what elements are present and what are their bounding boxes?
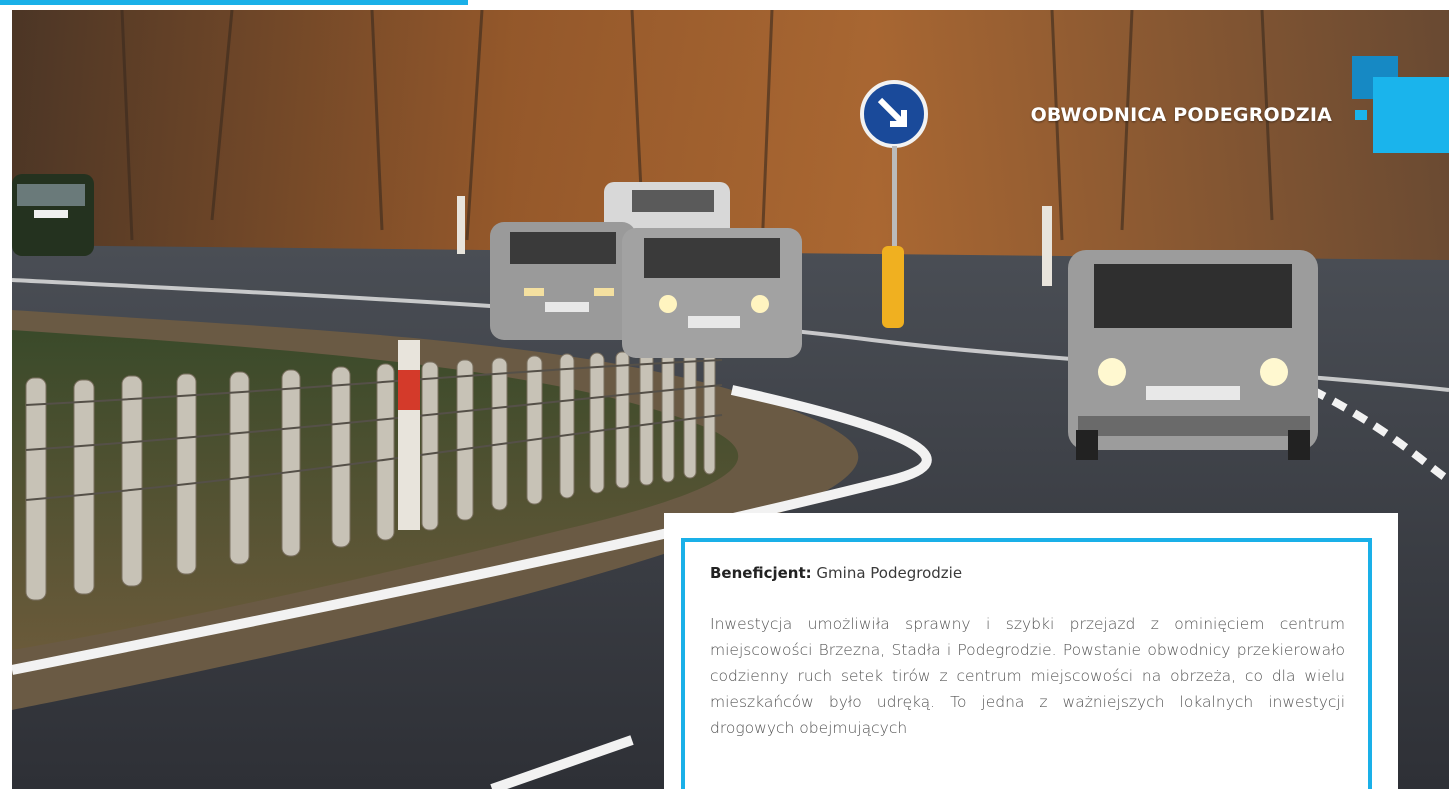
info-box: Beneficjent: Gmina Podegrodzie Inwestycj… [681,538,1372,789]
description-text: Inwestycja umożliwiła sprawny i szybki p… [710,615,1345,737]
decorative-square [1355,110,1367,120]
top-accent-bar [0,0,468,5]
page: OBWODNICA PODEGRODZIA Beneficjent: Gmina… [0,0,1449,789]
page-title: OBWODNICA PODEGRODZIA [1030,104,1332,126]
beneficiary-label: Beneficjent: [710,564,812,582]
decorative-square [1373,77,1449,153]
beneficiary-value: Gmina Podegrodzie [816,564,963,582]
info-panel: Beneficjent: Gmina Podegrodzie Inwestycj… [664,513,1398,789]
beneficiary-line: Beneficjent: Gmina Podegrodzie [710,563,1345,583]
